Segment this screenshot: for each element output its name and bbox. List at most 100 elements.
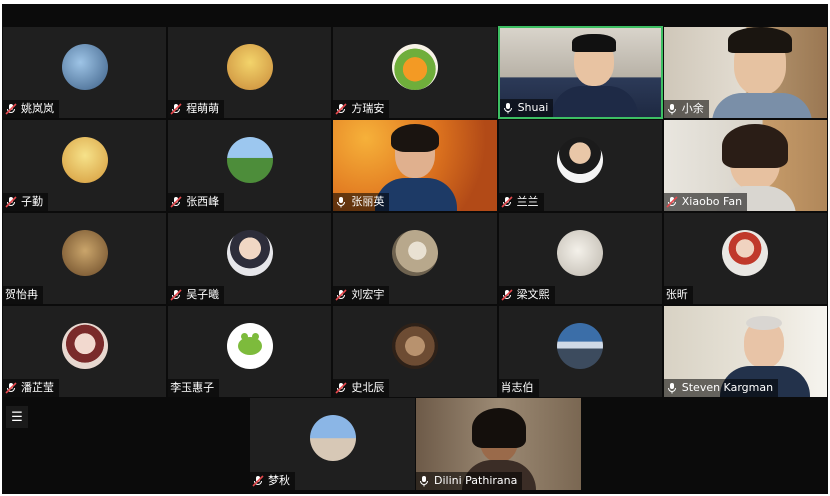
participant-tile[interactable]: 程萌萌 (167, 26, 333, 119)
participant-name: Dilini Pathirana (434, 474, 518, 487)
participant-name: 方瑞安 (351, 102, 385, 115)
participant-nametag: 子勤 (3, 193, 48, 211)
participant-tile[interactable]: Steven Kargman (662, 305, 828, 398)
participant-tile[interactable]: 张西峰 (167, 119, 333, 212)
participant-nametag: 刘宏宇 (333, 286, 390, 304)
microphone-icon (666, 102, 678, 116)
participant-name: 梁文熙 (516, 288, 550, 301)
participant-tile[interactable]: Xiaobo Fan (662, 119, 828, 212)
participant-nametag: 方瑞安 (333, 100, 390, 118)
participant-name: 张西峰 (186, 195, 220, 208)
participant-nametag: 梁文熙 (498, 286, 555, 304)
avatar (557, 323, 604, 370)
participant-name: 肖志伯 (500, 381, 534, 394)
participant-name: Xiaobo Fan (681, 195, 743, 208)
participant-nametag: 张丽英 (333, 193, 390, 211)
microphone-icon (335, 195, 347, 209)
participant-name: 吴子曦 (186, 288, 220, 301)
participant-tile[interactable]: 梦秋 (250, 398, 415, 490)
participant-tile[interactable]: 肖志伯 (497, 305, 663, 398)
participant-tile[interactable]: 张丽英 (332, 119, 498, 212)
participant-tile[interactable]: 方瑞安 (332, 26, 498, 119)
participant-tile[interactable]: 潘芷莹 (2, 305, 168, 398)
participant-name: 刘宏宇 (351, 288, 385, 301)
microphone-muted-icon (335, 288, 347, 302)
participant-name: 程萌萌 (186, 102, 220, 115)
participant-nametag: 姚岚岚 (3, 100, 59, 118)
avatar (557, 230, 604, 277)
participant-name: 姚岚岚 (21, 102, 54, 115)
participant-nametag: 梦秋 (250, 472, 295, 490)
microphone-muted-icon (500, 288, 513, 302)
participant-name: 李玉惠子 (170, 381, 215, 394)
participant-nametag: 肖志伯 (498, 379, 539, 397)
participant-row-bottom: 梦秋 Dilini Pathirana (2, 398, 828, 494)
participant-name: 张昕 (665, 288, 688, 301)
microphone-muted-icon (170, 288, 182, 302)
participant-name: 兰兰 (516, 195, 539, 208)
participant-nametag: 张西峰 (168, 193, 225, 211)
meeting-window: 姚岚岚 程萌萌 方瑞安 Shuai 小余 子勤 张西峰 张丽英 兰兰 Xiaob… (2, 4, 828, 494)
microphone-muted-icon (500, 195, 513, 209)
microphone-muted-icon (170, 102, 182, 116)
participant-nametag: Steven Kargman (663, 379, 779, 397)
avatar (61, 44, 108, 91)
microphone-muted-icon (5, 195, 17, 209)
participant-nametag: 兰兰 (498, 193, 544, 211)
participant-tile[interactable]: 贺怡冉 (2, 212, 168, 305)
microphone-icon (418, 474, 430, 488)
participant-tile[interactable]: 兰兰 (497, 119, 663, 212)
microphone-icon (666, 381, 678, 395)
participant-nametag: 贺怡冉 (3, 286, 43, 304)
participant-grid: 姚岚岚 程萌萌 方瑞安 Shuai 小余 子勤 张西峰 张丽英 兰兰 Xiaob… (2, 26, 828, 398)
participant-nametag: Dilini Pathirana (416, 472, 523, 490)
avatar (61, 323, 108, 370)
participant-nametag: 小余 (663, 100, 709, 118)
participant-name: 小余 (681, 102, 704, 115)
participant-name: 史北辰 (351, 381, 385, 394)
avatar (557, 137, 604, 184)
microphone-muted-icon (252, 474, 264, 488)
participant-nametag: 程萌萌 (168, 100, 225, 118)
participant-tile[interactable]: 史北辰 (332, 305, 498, 398)
microphone-muted-icon (170, 195, 182, 209)
participant-tile[interactable]: Shuai (497, 26, 663, 119)
participant-nametag: Shuai (499, 99, 554, 117)
avatar (226, 44, 273, 91)
microphone-muted-icon (5, 381, 17, 395)
participant-nametag: 史北辰 (333, 379, 390, 397)
avatar (722, 230, 769, 277)
participant-nametag: 潘芷莹 (3, 379, 59, 397)
participant-nametag: 张昕 (663, 286, 693, 304)
participant-tile[interactable]: 小余 (662, 26, 828, 119)
microphone-muted-icon (335, 381, 347, 395)
microphone-muted-icon (335, 102, 347, 116)
participant-name: Shuai (517, 101, 549, 114)
microphone-muted-icon (666, 195, 678, 209)
participant-name: Steven Kargman (681, 381, 774, 394)
avatar (226, 230, 273, 277)
participant-tile[interactable]: 梁文熙 (497, 212, 663, 305)
avatar (61, 137, 108, 184)
participant-name: 梦秋 (268, 474, 290, 487)
microphone-icon (502, 101, 514, 115)
avatar (391, 230, 438, 277)
avatar (391, 323, 438, 370)
microphone-muted-icon (5, 102, 17, 116)
participant-tile[interactable]: 吴子曦 (167, 212, 333, 305)
participant-nametag: Xiaobo Fan (663, 193, 748, 211)
participant-tile[interactable]: 刘宏宇 (332, 212, 498, 305)
participant-nametag: 吴子曦 (168, 286, 225, 304)
participant-tile[interactable]: 姚岚岚 (2, 26, 168, 119)
participant-name: 贺怡冉 (5, 288, 38, 301)
avatar (309, 415, 356, 462)
participant-tile[interactable]: 张昕 (662, 212, 828, 305)
participant-name: 张丽英 (351, 195, 385, 208)
participant-tile[interactable]: Dilini Pathirana (416, 398, 581, 490)
avatar (391, 44, 438, 91)
participant-tile[interactable]: 子勤 (2, 119, 168, 212)
participant-name: 潘芷莹 (21, 381, 54, 394)
avatar (226, 323, 273, 370)
participant-tile[interactable]: 李玉惠子 (167, 305, 333, 398)
avatar (226, 137, 273, 184)
